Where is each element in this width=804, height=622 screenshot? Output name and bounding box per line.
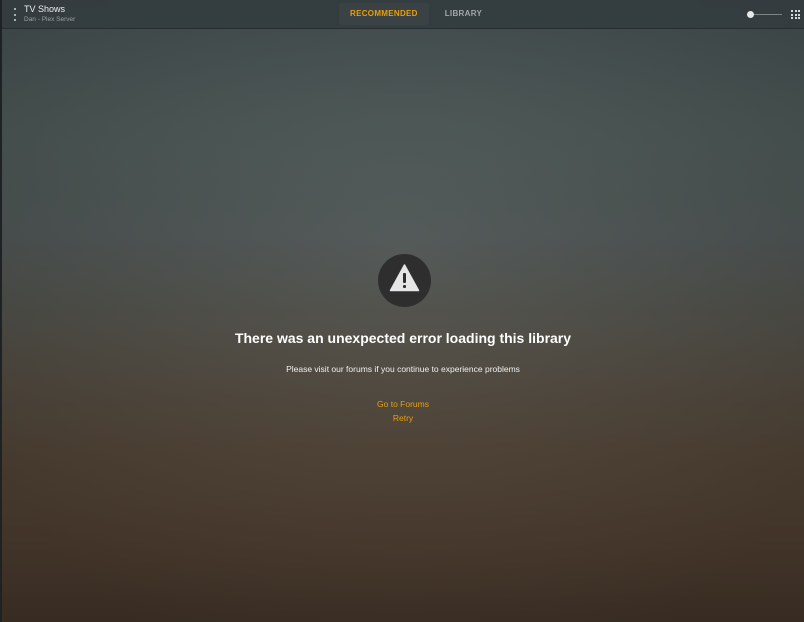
library-title: TV Shows: [24, 4, 66, 14]
grid-view-icon[interactable]: [791, 10, 800, 19]
warning-icon-circle: [378, 254, 431, 307]
go-to-forums-link[interactable]: Go to Forums: [377, 399, 429, 409]
error-message: Please visit our forums if you continue …: [286, 364, 520, 374]
top-bar: TV Shows Dan - Plex Server RECOMMENDED L…: [2, 0, 804, 29]
slider-handle[interactable]: [747, 11, 754, 18]
server-name: Dan - Plex Server: [24, 16, 76, 23]
more-vertical-icon[interactable]: [11, 8, 19, 21]
poster-size-slider[interactable]: [747, 11, 782, 18]
error-title: There was an unexpected error loading th…: [234, 330, 572, 346]
library-title-block: TV Shows Dan - Plex Server: [24, 4, 75, 24]
retry-link-row: Retry: [2, 413, 804, 423]
tab-recommended[interactable]: RECOMMENDED: [339, 3, 429, 25]
tab-library[interactable]: LIBRARY: [434, 3, 493, 25]
tab-bar: RECOMMENDED LIBRARY: [339, 3, 493, 25]
warning-icon: [389, 264, 420, 292]
retry-link[interactable]: Retry: [393, 413, 413, 423]
forums-link-row: Go to Forums: [2, 399, 804, 409]
background: [2, 0, 804, 622]
